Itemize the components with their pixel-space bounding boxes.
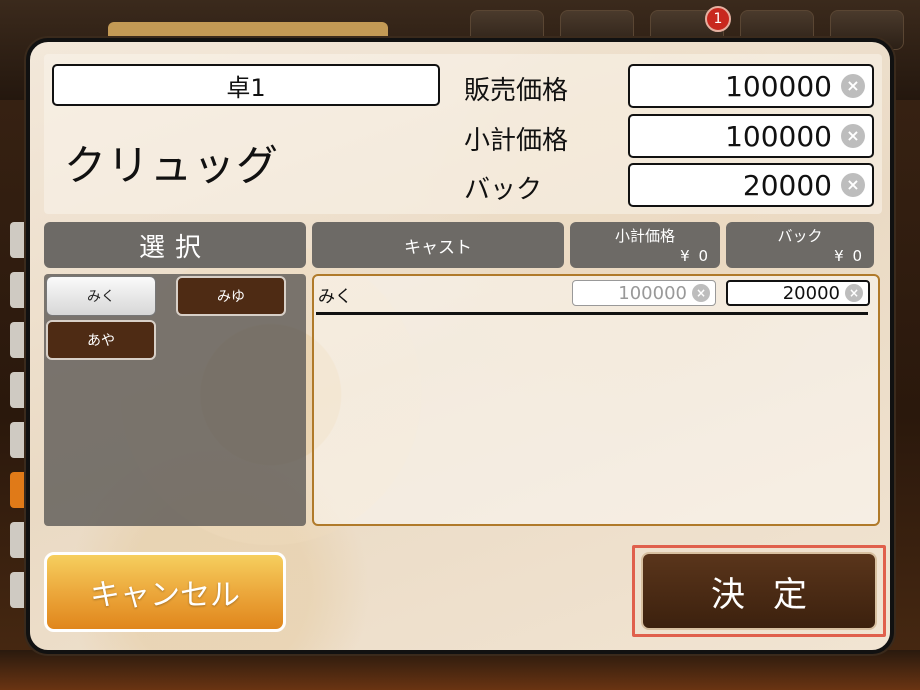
clear-icon[interactable]: ×: [845, 284, 863, 302]
sale-price-input[interactable]: 100000 ×: [628, 64, 874, 108]
product-name: クリュッグ: [64, 141, 280, 190]
clear-icon[interactable]: ×: [692, 284, 710, 302]
back-header-title: バック: [777, 227, 823, 245]
cast-select-panel: みく みゆ あや: [44, 274, 306, 526]
subtotal-header-title: 小計価格: [614, 227, 675, 245]
row-subtotal-value: 100000: [618, 282, 687, 304]
cancel-button[interactable]: キャンセル: [44, 552, 286, 632]
back-label: バック: [464, 175, 543, 205]
back-input[interactable]: 20000 ×: [628, 163, 874, 207]
table-name-field: 卓1: [52, 64, 440, 106]
sidebar-tab-active[interactable]: [10, 472, 26, 508]
subtotal-price-input[interactable]: 100000 ×: [628, 114, 874, 158]
row-back-value: 20000: [782, 282, 840, 304]
back-value: 20000: [742, 168, 832, 202]
subtotal-price-value: 100000: [725, 119, 832, 153]
cast-button-miku[interactable]: みく: [46, 276, 156, 316]
subtotal-price-label: 小計価格: [464, 126, 569, 156]
sale-price-label: 販売価格: [464, 76, 569, 106]
confirm-button[interactable]: 決定: [641, 552, 877, 630]
sidebar-tab[interactable]: [10, 372, 26, 408]
row-back-input[interactable]: 20000 ×: [726, 280, 870, 306]
row-divider: [316, 312, 868, 315]
list-item: みく 100000 × 20000 ×: [314, 276, 878, 315]
sale-price-value: 100000: [725, 69, 832, 103]
sidebar-tab[interactable]: [10, 522, 26, 558]
subtotal-header: 小計価格 ¥ 0: [570, 222, 720, 268]
cast-header: キャスト: [312, 222, 564, 268]
back-header: バック ¥ 0: [726, 222, 874, 268]
select-header: 選択: [44, 222, 306, 268]
sidebar-tab[interactable]: [10, 322, 26, 358]
subtotal-header-total: ¥ 0: [680, 247, 710, 265]
cast-button-miyu[interactable]: みゆ: [176, 276, 286, 316]
sidebar-tab[interactable]: [10, 222, 26, 258]
row-subtotal-input[interactable]: 100000 ×: [572, 280, 716, 306]
sidebar-tab[interactable]: [10, 422, 26, 458]
sidebar-tab[interactable]: [10, 272, 26, 308]
clear-icon[interactable]: ×: [841, 74, 865, 98]
sidebar-tab[interactable]: [10, 572, 26, 608]
cast-button-aya[interactable]: あや: [46, 320, 156, 360]
order-dialog: 卓1 クリュッグ 販売価格 100000 × 小計価格 100000 × バック…: [26, 38, 894, 654]
row-cast-name: みく: [318, 287, 352, 307]
notification-badge: 1: [705, 6, 731, 32]
back-header-total: ¥ 0: [834, 247, 864, 265]
selected-cast-list: みく 100000 × 20000 ×: [312, 274, 880, 526]
app-footer: [0, 650, 920, 690]
confirm-highlight: 決定: [632, 545, 886, 637]
clear-icon[interactable]: ×: [841, 173, 865, 197]
clear-icon[interactable]: ×: [841, 124, 865, 148]
